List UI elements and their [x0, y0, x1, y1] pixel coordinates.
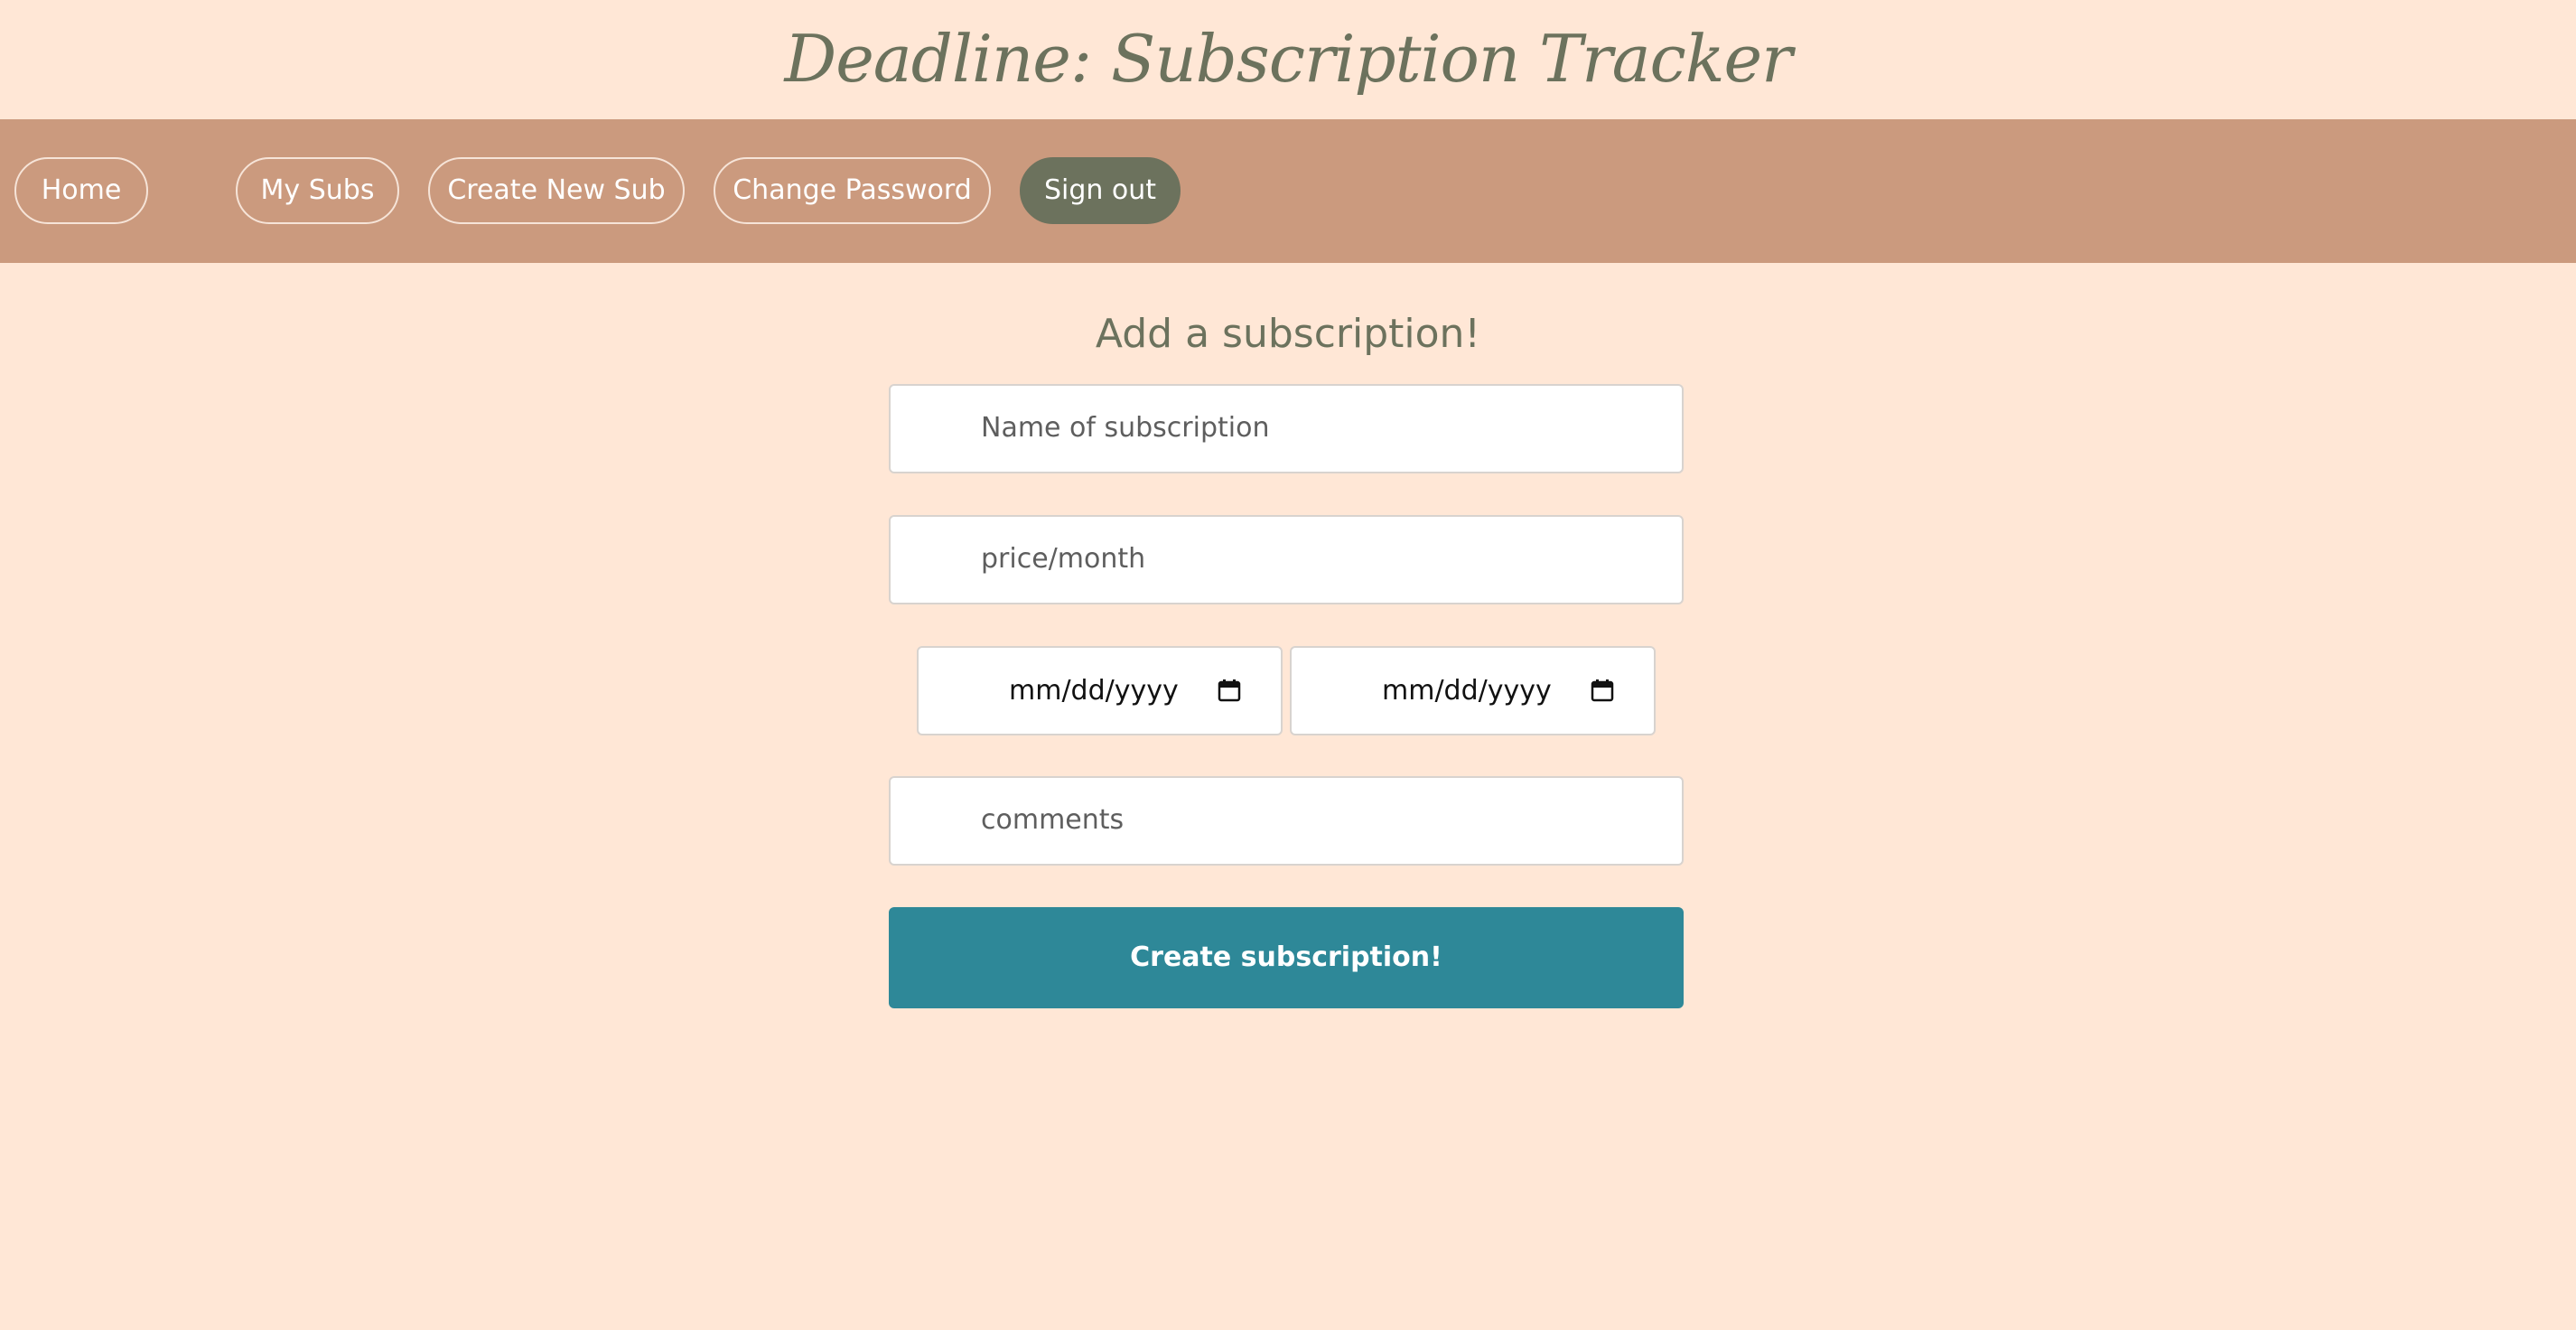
comments-placeholder: comments [981, 804, 1125, 836]
end-date-value: mm/dd/yyyy [1382, 675, 1552, 707]
site-title: Deadline: Subscription Tracker [784, 21, 1792, 97]
comments-input[interactable]: comments [889, 776, 1684, 866]
calendar-icon[interactable] [1218, 679, 1241, 702]
create-subscription-button[interactable]: Create subscription! [889, 907, 1684, 1008]
nav-create-new-sub-button[interactable]: Create New Sub [428, 157, 685, 224]
nav-sign-out-button[interactable]: Sign out [1020, 157, 1181, 224]
nav-my-subs-button[interactable]: My Subs [236, 157, 399, 224]
navbar: Home My Subs Create New Sub Change Passw… [0, 119, 2576, 263]
price-per-month-input[interactable]: price/month [889, 515, 1684, 604]
form-heading: Add a subscription! [1095, 311, 1481, 357]
calendar-icon[interactable] [1591, 679, 1614, 702]
start-date-value: mm/dd/yyyy [1009, 675, 1179, 707]
subscription-name-input[interactable]: Name of subscription [889, 384, 1684, 473]
end-date-input[interactable]: mm/dd/yyyy [1290, 646, 1656, 735]
price-per-month-placeholder: price/month [981, 543, 1146, 575]
subscription-name-placeholder: Name of subscription [981, 412, 1270, 444]
start-date-input[interactable]: mm/dd/yyyy [917, 646, 1283, 735]
nav-change-password-button[interactable]: Change Password [714, 157, 991, 224]
nav-home-button[interactable]: Home [14, 157, 148, 224]
